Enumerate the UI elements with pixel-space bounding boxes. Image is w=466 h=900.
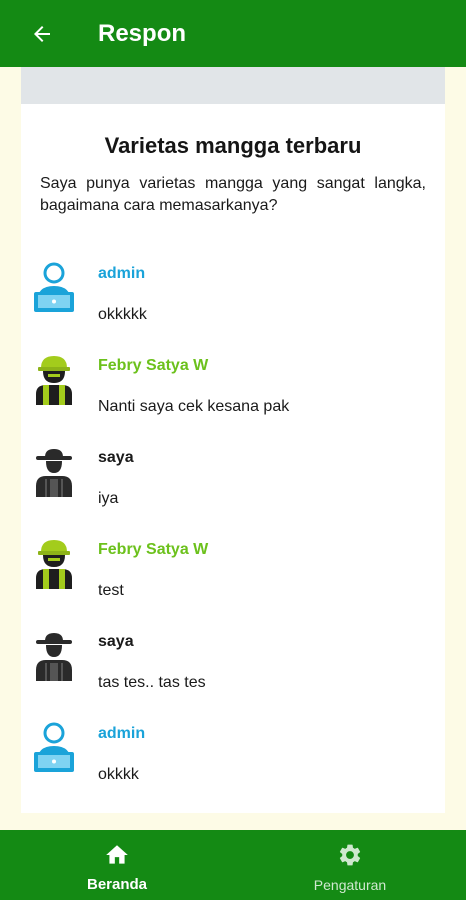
nav-label-pengaturan: Pengaturan <box>313 877 387 893</box>
comment-author: admin <box>98 725 146 742</box>
comment-text: test <box>98 582 124 599</box>
comment-text: okkkk <box>98 766 139 783</box>
comment-list: admin okkkkk Febry Satya W Nanti saya ce… <box>21 257 445 809</box>
post-title: Varietas mangga terbaru <box>104 133 362 158</box>
admin-laptop-avatar-icon <box>34 262 74 312</box>
nav-item-pengaturan[interactable]: Pengaturan <box>275 830 425 900</box>
nav-label-beranda: Beranda <box>86 876 148 893</box>
comment-author: saya <box>98 449 134 466</box>
nav-item-beranda[interactable]: Beranda <box>42 830 192 900</box>
app-bar: Respon <box>0 0 466 67</box>
comment-text: Nanti saya cek kesana pak <box>98 398 290 415</box>
comment-text: okkkkk <box>98 306 147 323</box>
admin-laptop-avatar-icon <box>34 722 74 772</box>
back-button[interactable] <box>22 14 62 54</box>
comment-item: admin okkkk <box>21 717 445 809</box>
comment-item: Febry Satya W test <box>21 533 445 625</box>
farmer-hat-avatar-icon <box>36 633 72 681</box>
comment-item: Febry Satya W Nanti saya cek kesana pak <box>21 349 445 441</box>
page-title: Respon <box>98 19 187 47</box>
card-header-strip <box>21 67 445 104</box>
comment-author: Febry Satya W <box>98 541 209 558</box>
post-card: Varietas mangga terbaru Saya punya varie… <box>21 67 445 813</box>
arrow-left-icon <box>34 25 50 42</box>
bottom-navigation: Beranda Pengaturan <box>0 830 466 900</box>
farmer-hat-avatar-icon <box>36 449 72 497</box>
helmet-worker-avatar-icon <box>36 540 72 589</box>
helmet-worker-avatar-icon <box>36 356 72 405</box>
comment-item: admin okkkkk <box>21 257 445 349</box>
comment-author: Febry Satya W <box>98 357 209 374</box>
gear-icon <box>339 844 361 866</box>
home-icon <box>106 845 128 864</box>
comment-text: tas tes.. tas tes <box>98 674 206 691</box>
comment-author: admin <box>98 265 146 282</box>
comment-author: saya <box>98 633 134 650</box>
post-body: Saya punya varietas mangga yang sangat l… <box>40 175 426 214</box>
comment-item: saya iya <box>21 441 445 533</box>
comment-item: saya tas tes.. tas tes <box>21 625 445 717</box>
comment-text: iya <box>98 490 119 507</box>
